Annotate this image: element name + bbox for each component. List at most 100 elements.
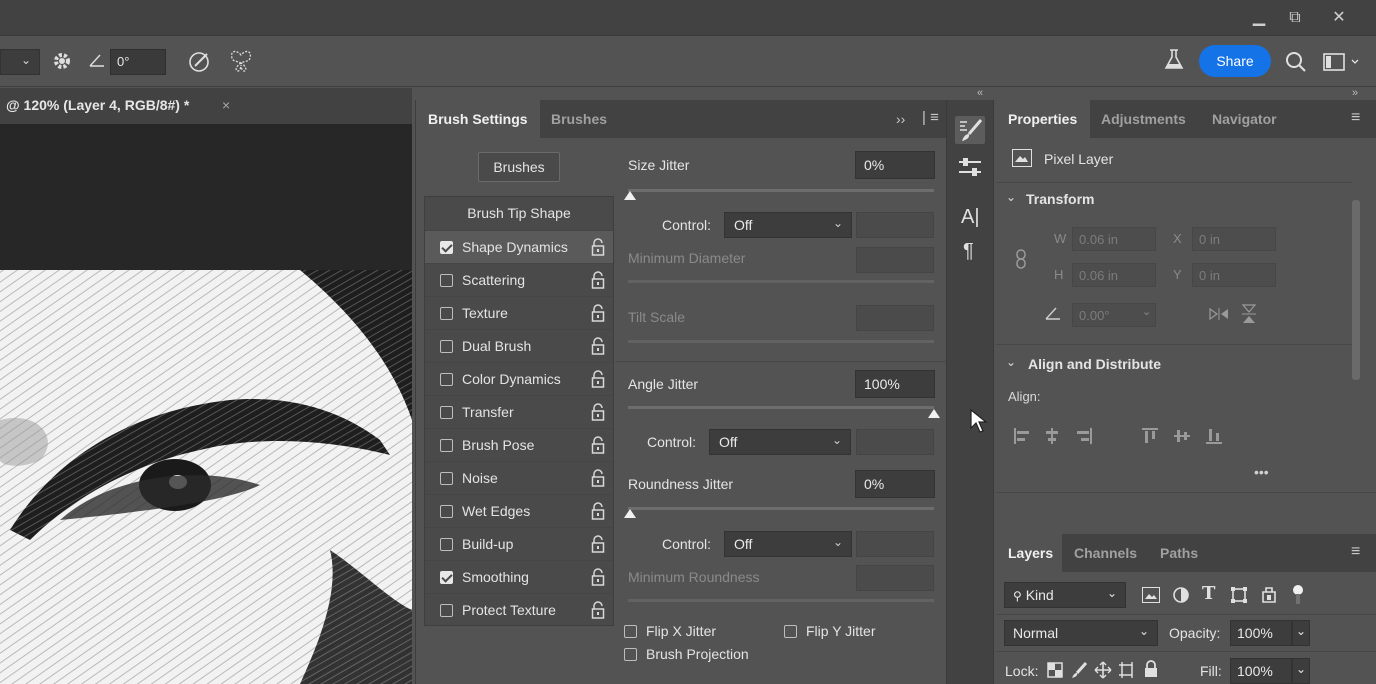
size-jitter-input[interactable]: 0% (855, 151, 935, 179)
brush-tip-shape-item[interactable]: Brush Tip Shape (425, 197, 613, 230)
transform-toggle[interactable]: ⌄ (1006, 190, 1016, 204)
preset-dropdown[interactable]: ⌄ (0, 49, 40, 75)
kind-filter-dropdown[interactable]: ⚲ Kind ⌄ (1004, 582, 1126, 608)
adjust-sliders-icon[interactable] (955, 154, 985, 180)
lock-icon[interactable] (591, 271, 605, 289)
canvas-image[interactable] (0, 270, 412, 684)
brush-option-row[interactable]: Protect Texture (425, 593, 613, 626)
lock-artboard-icon[interactable] (1118, 661, 1136, 679)
align-toggle[interactable]: ⌄ (1006, 355, 1016, 369)
flip-y-checkbox[interactable] (784, 625, 797, 638)
brush-option-checkbox[interactable] (440, 604, 453, 617)
brush-option-row[interactable]: Wet Edges (425, 494, 613, 527)
angle-jitter-input[interactable]: 100% (855, 370, 935, 398)
tab-brushes[interactable]: Brushes (551, 111, 607, 127)
lock-all-icon[interactable] (1143, 660, 1159, 678)
gear-icon[interactable] (51, 50, 73, 72)
pressure-size-icon[interactable] (187, 48, 213, 74)
control-dropdown-3[interactable]: Off ⌄ (724, 531, 852, 557)
link-icon[interactable] (1013, 248, 1029, 270)
document-tab-title[interactable]: @ 120% (Layer 4, RGB/8#) * (6, 97, 189, 113)
brush-option-row[interactable]: Color Dynamics (425, 362, 613, 395)
angle-jitter-slider-knob[interactable] (928, 409, 940, 418)
brush-option-checkbox[interactable] (440, 406, 453, 419)
brush-option-row[interactable]: Brush Pose (425, 428, 613, 461)
brush-option-checkbox[interactable] (440, 439, 453, 452)
brush-option-row[interactable]: Smoothing (425, 560, 613, 593)
filter-smart-object-icon[interactable] (1260, 586, 1278, 604)
lock-icon[interactable] (591, 469, 605, 487)
size-jitter-slider-knob[interactable] (624, 191, 636, 200)
share-button[interactable]: Share (1199, 45, 1271, 77)
minimize-button[interactable]: ▁ (1242, 6, 1276, 30)
roundness-jitter-input[interactable]: 0% (855, 470, 935, 498)
brush-settings-dock-icon[interactable] (955, 116, 985, 144)
brush-option-checkbox[interactable] (440, 373, 453, 386)
lock-move-icon[interactable] (1094, 661, 1112, 679)
brush-option-row[interactable]: Build-up (425, 527, 613, 560)
brushes-button[interactable]: Brushes (478, 152, 560, 182)
brush-option-checkbox[interactable] (440, 307, 453, 320)
panel-collapse-arrows[interactable]: ›› (896, 111, 905, 127)
align-top-icon[interactable] (1140, 426, 1160, 446)
brush-option-row[interactable]: Noise (425, 461, 613, 494)
align-bottom-icon[interactable] (1204, 426, 1224, 446)
align-middle-icon[interactable] (1172, 426, 1192, 446)
close-button[interactable]: ✕ (1322, 6, 1356, 30)
brush-option-row[interactable]: Transfer (425, 395, 613, 428)
brush-option-row[interactable]: Scattering (425, 263, 613, 296)
character-icon[interactable]: A| (961, 206, 980, 229)
filter-pixel-icon[interactable] (1142, 587, 1160, 603)
fill-input[interactable]: 100% (1230, 658, 1292, 684)
brush-option-checkbox[interactable] (440, 571, 453, 584)
panel-menu-icon[interactable]: | ≡ (922, 109, 939, 126)
restore-button[interactable]: ⧉ (1278, 6, 1312, 30)
paragraph-icon[interactable]: ¶ (963, 240, 974, 263)
fill-dropdown[interactable]: ⌄ (1292, 658, 1310, 684)
brush-option-row[interactable]: Dual Brush (425, 329, 613, 362)
brush-option-checkbox[interactable] (440, 340, 453, 353)
flip-x-checkbox[interactable] (624, 625, 637, 638)
lock-brush-icon[interactable] (1070, 661, 1088, 679)
angle-input[interactable]: 0° (110, 49, 166, 75)
lock-icon[interactable] (591, 304, 605, 322)
roundness-jitter-slider[interactable] (628, 507, 934, 510)
butterfly-icon[interactable] (228, 49, 254, 73)
more-options-button[interactable]: ••• (1254, 464, 1269, 480)
filter-shape-icon[interactable] (1230, 586, 1248, 604)
lock-icon[interactable] (591, 502, 605, 520)
opacity-dropdown[interactable]: ⌄ (1292, 620, 1310, 646)
search-icon[interactable] (1284, 50, 1308, 74)
angle-jitter-slider[interactable] (628, 406, 934, 409)
control-dropdown-1[interactable]: Off ⌄ (724, 212, 852, 238)
filter-toggle-icon[interactable] (1292, 584, 1304, 606)
roundness-jitter-slider-knob[interactable] (624, 509, 636, 518)
panel-menu-icon[interactable]: ≡ (1351, 109, 1360, 127)
lock-icon[interactable] (591, 370, 605, 388)
tab-adjustments[interactable]: Adjustments (1101, 111, 1186, 127)
control-dropdown-2[interactable]: Off ⌄ (709, 429, 851, 455)
brush-option-checkbox[interactable] (440, 274, 453, 287)
lock-icon[interactable] (591, 535, 605, 553)
brush-projection-checkbox[interactable] (624, 648, 637, 661)
lock-transparent-icon[interactable] (1047, 662, 1063, 678)
lock-icon[interactable] (591, 568, 605, 586)
lock-icon[interactable] (591, 601, 605, 619)
properties-scrollbar[interactable] (1352, 200, 1360, 380)
brush-option-checkbox[interactable] (440, 472, 453, 485)
lock-icon[interactable] (591, 403, 605, 421)
panel-collapse-arrows[interactable]: » (1352, 87, 1358, 99)
document-tab-close[interactable]: × (222, 97, 230, 113)
align-right-icon[interactable] (1074, 426, 1094, 446)
dock-collapse-arrows[interactable]: « (977, 87, 983, 99)
blend-mode-dropdown[interactable]: Normal ⌄ (1004, 620, 1158, 646)
panel-menu-icon[interactable]: ≡ (1351, 543, 1360, 561)
lock-icon[interactable] (591, 436, 605, 454)
workspace-icon[interactable] (1322, 51, 1362, 73)
flask-icon[interactable] (1163, 48, 1185, 72)
opacity-input[interactable]: 100% (1230, 620, 1292, 646)
lock-icon[interactable] (591, 337, 605, 355)
brush-option-checkbox[interactable] (440, 241, 453, 254)
size-jitter-slider[interactable] (628, 189, 934, 192)
brush-option-checkbox[interactable] (440, 505, 453, 518)
